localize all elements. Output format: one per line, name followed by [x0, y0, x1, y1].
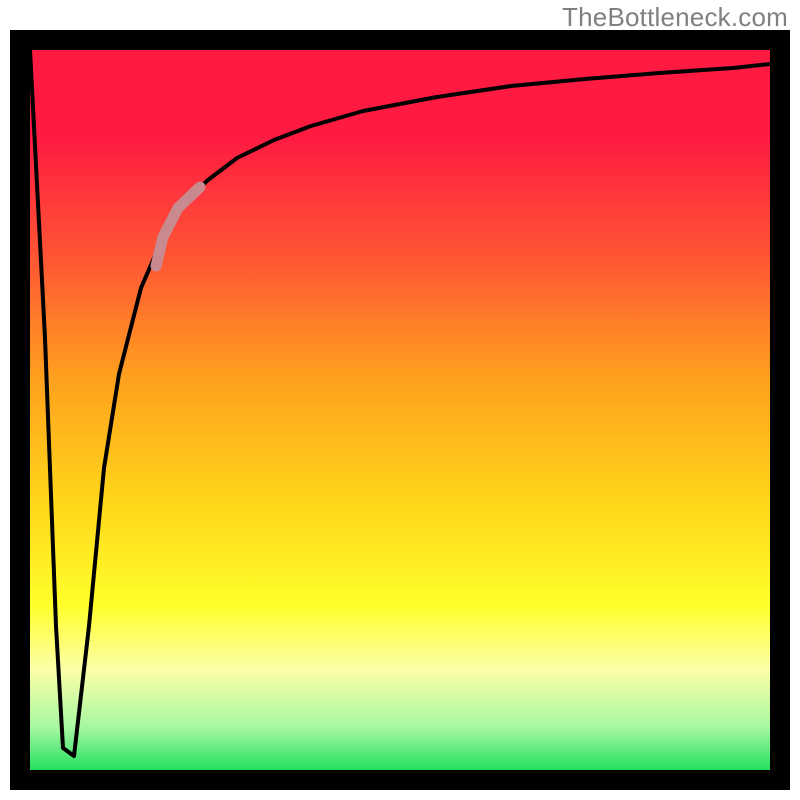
watermark-text: TheBottleneck.com	[562, 2, 788, 33]
chart-root: TheBottleneck.com	[0, 0, 800, 800]
bottleneck-curve-svg	[30, 50, 770, 770]
plot-area	[30, 50, 770, 770]
highlight-segment	[156, 187, 200, 266]
bottleneck-curve	[30, 50, 770, 756]
plot-frame	[10, 30, 790, 790]
